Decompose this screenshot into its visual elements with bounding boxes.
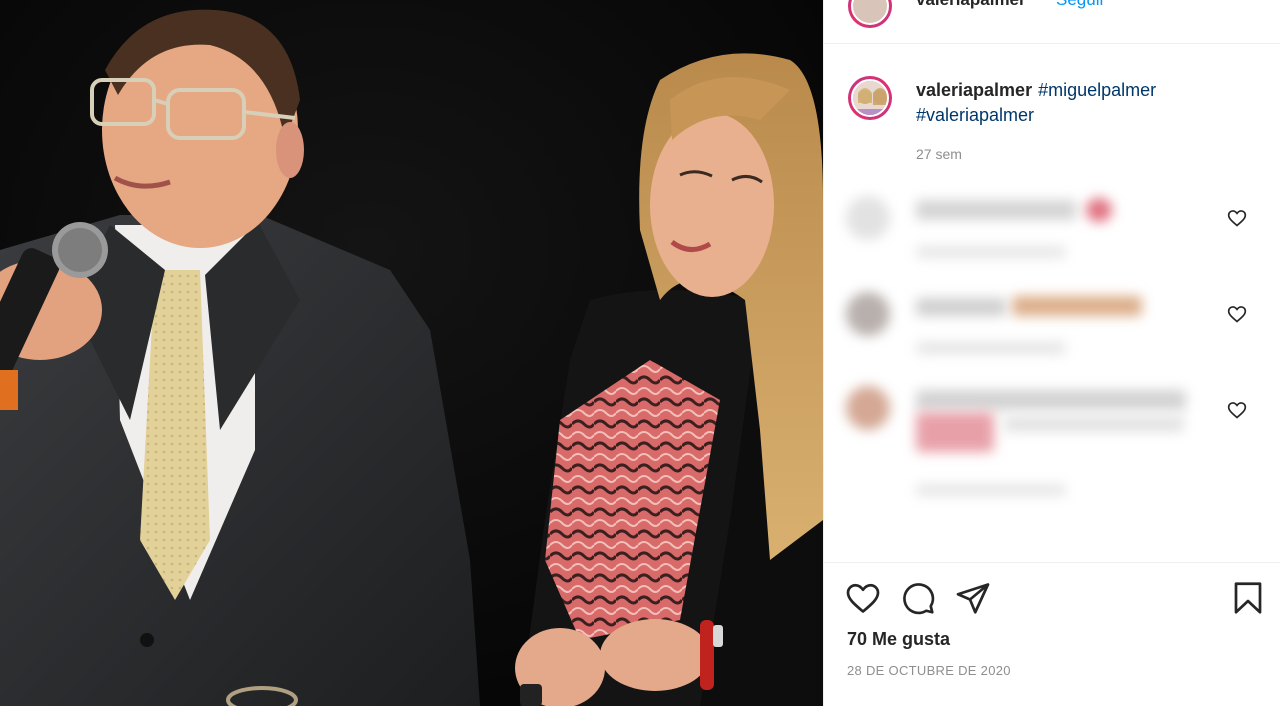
caption-username[interactable]: valeriapalmer (916, 80, 1032, 100)
comment-like-icon[interactable] (1227, 400, 1247, 420)
post-header: valeriapalmer Seguir (824, 0, 1280, 44)
likes-count[interactable]: 70 Me gusta (847, 629, 950, 650)
comment-like-icon[interactable] (1227, 208, 1247, 228)
post-photo[interactable] (0, 0, 823, 706)
hashtag-link[interactable]: #valeriapalmer (916, 105, 1034, 125)
caption-avatar[interactable] (848, 76, 892, 120)
save-icon[interactable] (1230, 580, 1266, 616)
comment-icon[interactable] (900, 580, 936, 616)
caption-text: valeriapalmer #miguelpalmer #valeriapalme… (916, 78, 1256, 128)
post-side-panel: valeriapalmer Seguir valeriapalmer #migue… (823, 0, 1280, 706)
comment-item (824, 368, 1280, 508)
avatar-image (853, 81, 887, 115)
hashtag-link[interactable]: #miguelpalmer (1038, 80, 1156, 100)
follow-button[interactable]: Seguir (1056, 0, 1105, 10)
like-icon[interactable] (845, 580, 881, 616)
post-date[interactable]: 28 DE OCTUBRE DE 2020 (847, 663, 1011, 678)
header-username[interactable]: valeriapalmer (916, 0, 1026, 10)
header-avatar[interactable] (848, 0, 892, 28)
post-image (0, 0, 823, 706)
post-actions: 70 Me gusta 28 DE OCTUBRE DE 2020 (824, 562, 1280, 706)
comment-item (824, 176, 1280, 266)
comment-like-icon[interactable] (1227, 304, 1247, 324)
caption-timestamp[interactable]: 27 sem (916, 146, 962, 162)
share-icon[interactable] (955, 580, 991, 616)
comment-item (824, 272, 1280, 362)
